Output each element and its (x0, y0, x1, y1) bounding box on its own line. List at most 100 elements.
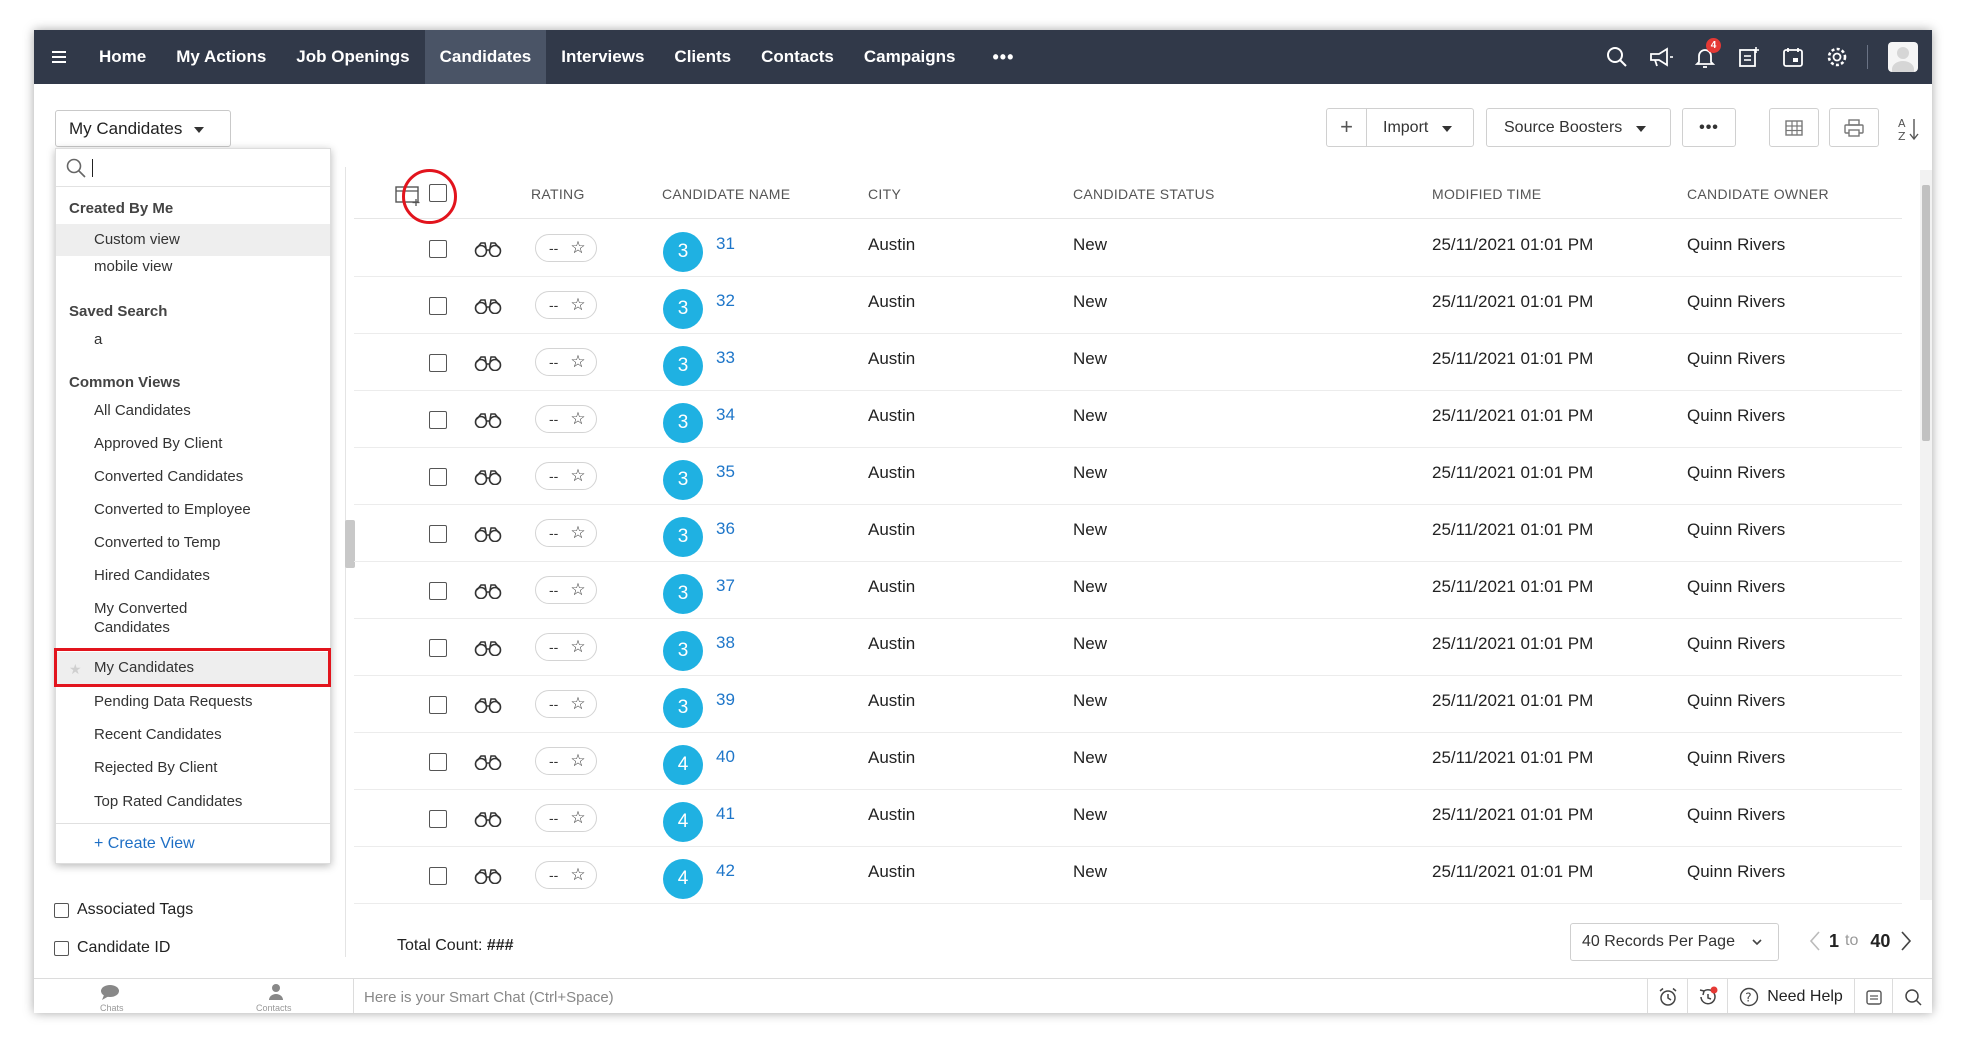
view-item-custom-view[interactable]: Custom view (56, 224, 330, 256)
print-icon[interactable] (1829, 108, 1879, 147)
rating-pill[interactable]: -- ☆ (535, 519, 597, 547)
star-icon[interactable]: ☆ (570, 409, 585, 429)
row-checkbox[interactable] (429, 468, 447, 486)
alarm-icon[interactable] (1647, 979, 1687, 1013)
candidate-name-link[interactable]: 37 (716, 576, 735, 596)
table-row[interactable]: -- ☆ 3 37 Austin New 25/11/2021 01:01 PM Quinn … (354, 562, 1902, 619)
table-row[interactable]: -- ☆ 3 38 Austin New 25/11/2021 01:01 PM Quinn … (354, 619, 1902, 676)
view-item-pending-data-requests[interactable]: Pending Data Requests (56, 692, 330, 711)
candidate-name-link[interactable]: 40 (716, 747, 735, 767)
search-icon[interactable] (1595, 30, 1639, 84)
chevron-left-icon[interactable] (1809, 930, 1821, 952)
nav-tab-interviews[interactable]: Interviews (546, 30, 659, 84)
row-checkbox[interactable] (429, 354, 447, 372)
view-search-box[interactable] (56, 149, 330, 187)
binoculars-icon[interactable] (473, 526, 503, 547)
table-row[interactable]: -- ☆ 4 42 Austin New 25/11/2021 01:01 PM Quinn … (354, 847, 1902, 904)
rating-pill[interactable]: -- ☆ (535, 690, 597, 718)
rating-pill[interactable]: -- ☆ (535, 348, 597, 376)
bell-icon[interactable]: 4 (1683, 30, 1727, 84)
more-actions-button[interactable]: ••• (1682, 108, 1736, 147)
table-row[interactable]: -- ☆ 3 39 Austin New 25/11/2021 01:01 PM Quinn … (354, 676, 1902, 733)
add-note-icon[interactable] (1727, 30, 1771, 84)
column-header-candidate-owner[interactable]: CANDIDATE OWNER (1687, 186, 1829, 202)
star-icon[interactable]: ☆ (570, 295, 585, 315)
view-item-converted-to-temp[interactable]: Converted to Temp (56, 533, 330, 552)
candidate-name-link[interactable]: 39 (716, 690, 735, 710)
row-checkbox[interactable] (429, 810, 447, 828)
binoculars-icon[interactable] (473, 811, 503, 832)
rating-pill[interactable]: -- ☆ (535, 747, 597, 775)
rating-pill[interactable]: -- ☆ (535, 633, 597, 661)
row-checkbox[interactable] (429, 525, 447, 543)
row-checkbox[interactable] (429, 753, 447, 771)
gear-icon[interactable] (1815, 30, 1859, 84)
candidate-name-link[interactable]: 42 (716, 861, 735, 881)
chat-bubble-icon[interactable] (100, 984, 120, 1005)
binoculars-icon[interactable] (473, 868, 503, 889)
source-boosters-button[interactable]: Source Boosters (1486, 108, 1671, 147)
column-header-candidate-status[interactable]: CANDIDATE STATUS (1073, 186, 1215, 202)
binoculars-icon[interactable] (473, 754, 503, 775)
nav-tab-candidates[interactable]: Candidates (424, 30, 547, 84)
row-checkbox[interactable] (429, 411, 447, 429)
column-header-city[interactable]: CITY (868, 186, 901, 202)
notes-icon[interactable] (1854, 979, 1892, 1013)
candidate-name-link[interactable]: 32 (716, 291, 735, 311)
megaphone-icon[interactable] (1639, 30, 1683, 84)
table-row[interactable]: -- ☆ 3 36 Austin New 25/11/2021 01:01 PM Quinn … (354, 505, 1902, 562)
view-item-approved-by-client[interactable]: Approved By Client (56, 434, 330, 453)
nav-tab-my-actions[interactable]: My Actions (161, 30, 281, 84)
import-button[interactable]: Import (1367, 119, 1428, 137)
plus-icon[interactable]: + (1327, 109, 1367, 146)
row-checkbox[interactable] (429, 582, 447, 600)
sort-az-icon[interactable]: AZ (1896, 116, 1920, 147)
nav-tab-clients[interactable]: Clients (659, 30, 746, 84)
view-search-input[interactable] (92, 158, 312, 177)
rating-pill[interactable]: -- ☆ (535, 861, 597, 889)
binoculars-icon[interactable] (473, 412, 503, 433)
row-checkbox[interactable] (429, 297, 447, 315)
binoculars-icon[interactable] (473, 469, 503, 490)
star-icon[interactable]: ☆ (570, 466, 585, 486)
nav-tab-job-openings[interactable]: Job Openings (281, 30, 424, 84)
calendar-icon[interactable] (1771, 30, 1815, 84)
row-checkbox[interactable] (429, 240, 447, 258)
star-icon[interactable]: ☆ (570, 352, 585, 372)
history-icon[interactable] (1687, 979, 1727, 1013)
view-item-rejected-by-client[interactable]: Rejected By Client (56, 758, 330, 777)
view-item-converted-candidates[interactable]: Converted Candidates (56, 467, 330, 486)
nav-tab-home[interactable]: Home (84, 30, 161, 84)
need-help-button[interactable]: ? Need Help (1727, 979, 1854, 1013)
binoculars-icon[interactable] (473, 640, 503, 661)
rating-pill[interactable]: -- ☆ (535, 291, 597, 319)
rating-pill[interactable]: -- ☆ (535, 576, 597, 604)
view-item-top-rated-candidates[interactable]: Top Rated Candidates (56, 792, 330, 811)
binoculars-icon[interactable] (473, 697, 503, 718)
binoculars-icon[interactable] (473, 583, 503, 604)
view-item-mobile-view[interactable]: mobile view (56, 257, 330, 276)
binoculars-icon[interactable] (473, 241, 503, 262)
rating-pill[interactable]: -- ☆ (535, 804, 597, 832)
menu-icon[interactable] (34, 30, 84, 84)
star-icon[interactable]: ☆ (570, 694, 585, 714)
nav-more-button[interactable]: ••• (970, 47, 1036, 68)
records-per-page-select[interactable]: 40 Records Per Page (1570, 923, 1779, 961)
create-view-link[interactable]: + Create View (56, 823, 330, 863)
binoculars-icon[interactable] (473, 355, 503, 376)
table-row[interactable]: -- ☆ 3 33 Austin New 25/11/2021 01:01 PM Quinn … (354, 334, 1902, 391)
nav-tab-campaigns[interactable]: Campaigns (849, 30, 971, 84)
star-icon[interactable]: ☆ (570, 580, 585, 600)
star-icon[interactable]: ☆ (570, 865, 585, 885)
star-icon[interactable]: ☆ (570, 808, 585, 828)
candidate-name-link[interactable]: 41 (716, 804, 735, 824)
filter-checkbox-associated-tags[interactable] (54, 903, 69, 918)
user-avatar-icon[interactable] (1888, 42, 1918, 72)
table-row[interactable]: -- ☆ 3 34 Austin New 25/11/2021 01:01 PM Quinn … (354, 391, 1902, 448)
table-view-icon[interactable] (1769, 108, 1819, 147)
binoculars-icon[interactable] (473, 298, 503, 319)
table-row[interactable]: -- ☆ 4 40 Austin New 25/11/2021 01:01 PM Quinn … (354, 733, 1902, 790)
row-checkbox[interactable] (429, 696, 447, 714)
row-checkbox[interactable] (429, 867, 447, 885)
chevron-right-icon[interactable] (1900, 930, 1912, 952)
